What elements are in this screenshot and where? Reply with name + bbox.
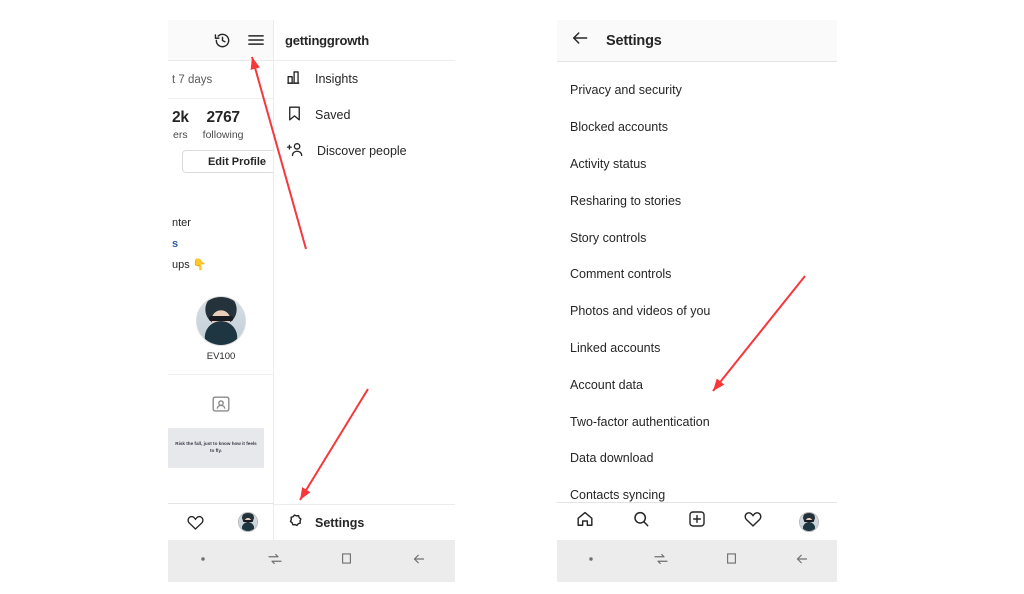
page-title: Settings xyxy=(606,32,662,49)
bar-chart-icon xyxy=(285,68,304,90)
settings-item-activity-status[interactable]: Activity status xyxy=(557,146,837,183)
settings-item-comment-controls[interactable]: Comment controls xyxy=(557,256,837,293)
square-home-icon[interactable] xyxy=(723,550,740,572)
dot-icon[interactable] xyxy=(583,551,599,572)
search-icon[interactable] xyxy=(631,509,651,534)
following-label: following xyxy=(202,129,244,141)
profile-avatar-icon[interactable] xyxy=(799,511,819,532)
settings-item-two-factor-authentication[interactable]: Two-factor authentication xyxy=(557,403,837,440)
drawer-item-discover-people[interactable]: Discover people xyxy=(274,133,455,169)
settings-item-blocked-accounts[interactable]: Blocked accounts xyxy=(557,109,837,146)
profile-bio: nter s ups 👇 xyxy=(168,213,274,276)
story-highlight-thumbnail xyxy=(196,295,246,346)
drawer-item-label: Saved xyxy=(315,108,351,122)
person-add-icon xyxy=(285,140,306,162)
profile-stats: 2k ers 2767 following xyxy=(168,99,274,141)
followers-count: 2k xyxy=(172,109,189,126)
gear-icon xyxy=(285,512,304,534)
settings-item-photos-and-videos-of-you[interactable]: Photos and videos of you xyxy=(557,293,837,330)
back-arrow-icon[interactable] xyxy=(570,28,590,53)
profile-bottom-nav xyxy=(168,503,274,540)
dot-icon[interactable] xyxy=(195,551,211,572)
android-system-nav xyxy=(168,540,455,582)
stat-following[interactable]: 2767 following xyxy=(203,109,244,141)
settings-item-account-data[interactable]: Account data xyxy=(557,366,837,403)
hamburger-menu-icon[interactable] xyxy=(245,29,267,51)
right-phone-screenshot: Settings Privacy and security Blocked ac… xyxy=(557,20,837,582)
bio-line-1: nter xyxy=(172,217,191,229)
drawer-item-insights[interactable]: Insights xyxy=(274,61,455,97)
edit-profile-button[interactable]: Edit Profile xyxy=(182,150,274,173)
followers-label: ers xyxy=(173,129,188,141)
settings-list: Privacy and security Blocked accounts Ac… xyxy=(557,62,837,514)
profile-divider xyxy=(168,373,274,375)
story-highlight-ev100[interactable]: EV100 xyxy=(190,295,252,362)
stat-followers[interactable]: 2k ers xyxy=(172,109,189,141)
recents-swap-icon[interactable] xyxy=(652,550,670,573)
home-icon[interactable] xyxy=(575,509,595,534)
bookmark-icon xyxy=(285,104,304,126)
settings-item-linked-accounts[interactable]: Linked accounts xyxy=(557,330,837,367)
profile-topbar xyxy=(168,20,274,61)
settings-item-privacy-and-security[interactable]: Privacy and security xyxy=(557,72,837,109)
instagram-bottom-nav xyxy=(557,502,837,540)
settings-item-data-download[interactable]: Data download xyxy=(557,440,837,477)
left-phone-screenshot: t 7 days 2k ers 2767 following Edit Prof… xyxy=(168,20,455,582)
bio-line-3: ups 👇 xyxy=(172,258,207,271)
android-system-nav xyxy=(557,540,837,582)
back-arrow-icon[interactable] xyxy=(793,550,811,573)
profile-screen: t 7 days 2k ers 2767 following Edit Prof… xyxy=(168,20,274,582)
history-clock-icon[interactable] xyxy=(211,29,233,51)
story-highlights: EV100 xyxy=(168,295,274,362)
post-thumbnail[interactable]: Risk the fall, just to know how it feels… xyxy=(168,427,264,468)
heart-icon[interactable] xyxy=(184,511,206,533)
recents-swap-icon[interactable] xyxy=(266,550,284,573)
drawer-item-saved[interactable]: Saved xyxy=(274,97,455,133)
bio-line-2: s xyxy=(172,237,179,250)
settings-item-story-controls[interactable]: Story controls xyxy=(557,219,837,256)
heart-icon[interactable] xyxy=(743,509,763,534)
drawer-settings-label: Settings xyxy=(315,515,365,530)
drawer-item-label: Insights xyxy=(315,72,359,86)
add-post-icon[interactable] xyxy=(687,509,707,534)
insights-days-label: t 7 days xyxy=(168,61,274,99)
side-drawer-menu: gettinggrowth Insights Saved Discover pe… xyxy=(273,20,455,582)
back-arrow-icon[interactable] xyxy=(410,550,428,573)
settings-item-resharing-to-stories[interactable]: Resharing to stories xyxy=(557,182,837,219)
following-count: 2767 xyxy=(206,109,240,126)
square-home-icon[interactable] xyxy=(338,550,355,572)
profile-posts-area: Risk the fall, just to know how it feels… xyxy=(168,393,274,468)
drawer-item-settings[interactable]: Settings xyxy=(274,504,455,540)
drawer-username: gettinggrowth xyxy=(274,20,455,61)
annotation-arrows xyxy=(250,56,806,501)
story-highlight-label: EV100 xyxy=(206,350,236,362)
tagged-posts-icon[interactable] xyxy=(168,393,274,420)
settings-header: Settings xyxy=(557,20,837,62)
profile-avatar-icon[interactable] xyxy=(238,512,258,532)
drawer-item-label: Discover people xyxy=(317,144,407,158)
